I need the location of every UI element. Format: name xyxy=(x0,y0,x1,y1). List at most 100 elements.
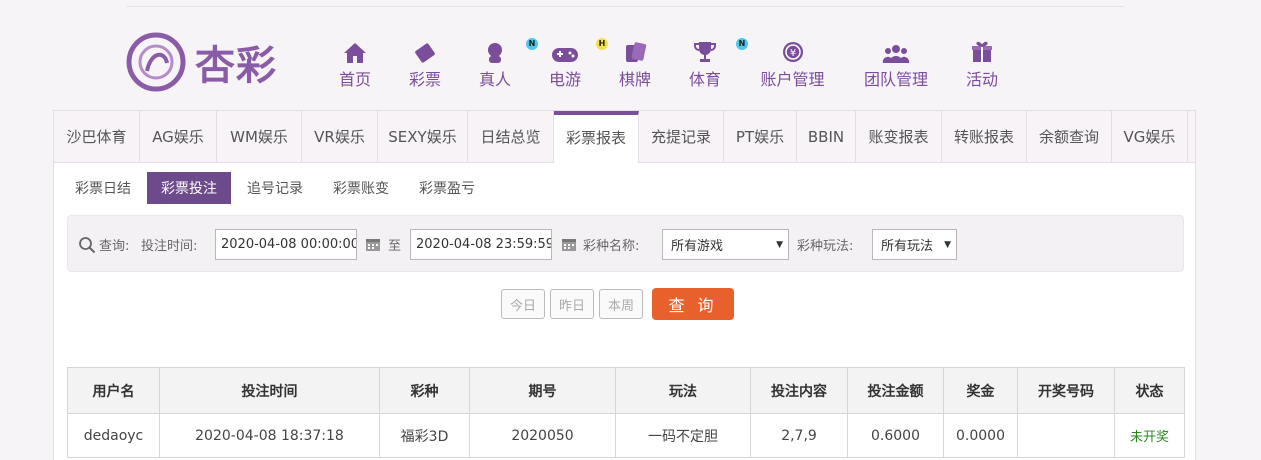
bet-time-label: 投注时间: xyxy=(141,239,198,254)
table-header-row: 用户名 投注时间 彩种 期号 玩法 投注内容 投注金额 奖金 开奖号码 状态 xyxy=(67,367,1185,414)
play-type-label: 彩种玩法: xyxy=(797,239,854,254)
nav-account[interactable]: ¥ 账户管理 xyxy=(740,36,845,90)
nav-label: 体育 xyxy=(688,70,721,89)
game-select[interactable]: 所有游戏 ▼ xyxy=(662,229,789,260)
nav-home[interactable]: 首页 xyxy=(320,36,390,90)
cell-draw-number xyxy=(1017,413,1115,458)
yesterday-button[interactable]: 昨日 xyxy=(550,289,594,319)
logo[interactable]: 杏彩 xyxy=(125,31,277,93)
yen-coin-icon: ¥ xyxy=(782,42,803,62)
nav-lottery[interactable]: 彩票 xyxy=(390,36,460,90)
subtab-lottery-account-change[interactable]: 彩票账变 xyxy=(319,172,403,204)
calendar-icon[interactable] xyxy=(365,236,381,252)
cell-bet-content: 2,7,9 xyxy=(750,413,848,458)
calendar-icon[interactable] xyxy=(561,236,577,252)
column-header: 期号 xyxy=(469,367,616,414)
live-dealer-icon xyxy=(488,43,502,63)
play-select[interactable]: 所有玩法 ▼ xyxy=(872,229,957,260)
search-button[interactable]: 查 询 xyxy=(652,288,734,320)
play-select-value: 所有玩法 xyxy=(881,239,934,254)
query-label-group: 查询: xyxy=(78,235,129,254)
to-label: 至 xyxy=(388,239,402,254)
subtab-chase-records[interactable]: 追号记录 xyxy=(233,172,317,204)
trophy-icon xyxy=(694,42,716,62)
column-header: 投注金额 xyxy=(847,367,944,414)
nav-label: 活动 xyxy=(965,70,998,89)
lottery-ticket-icon xyxy=(415,43,435,63)
nav-live[interactable]: 真人 N xyxy=(460,36,538,90)
cell-username: dedaoyc xyxy=(67,413,160,458)
cell-prize: 0.0000 xyxy=(943,413,1018,458)
column-header: 彩种 xyxy=(379,367,470,414)
nav-label: 真人 xyxy=(478,70,511,89)
quick-date-buttons: 今日 昨日 本周 查 询 xyxy=(501,288,734,320)
team-icon xyxy=(882,45,910,63)
cell-bet-amount: 0.6000 xyxy=(847,413,944,458)
nav-label: 首页 xyxy=(338,70,371,89)
tab-lottery-report[interactable]: 彩票报表 xyxy=(554,111,639,163)
nav-label: 彩票 xyxy=(408,70,441,89)
subtab-lottery-daily[interactable]: 彩票日结 xyxy=(61,172,145,204)
bets-table: 用户名 投注时间 彩种 期号 玩法 投注内容 投注金额 奖金 开奖号码 状态 d… xyxy=(67,367,1185,458)
column-header: 投注内容 xyxy=(750,367,848,414)
tab-bbin[interactable]: BBIN xyxy=(797,111,856,162)
home-icon xyxy=(344,43,366,63)
column-header: 奖金 xyxy=(943,367,1018,414)
tab-saba-sports[interactable]: 沙巴体育 xyxy=(54,111,140,162)
nav-team[interactable]: 团队管理 xyxy=(845,36,947,90)
tab-balance[interactable]: 余额查询 xyxy=(1027,111,1112,162)
subtab-lottery-profit[interactable]: 彩票盈亏 xyxy=(405,172,489,204)
nav-label: 棋牌 xyxy=(618,70,651,89)
cell-status: 未开奖 xyxy=(1114,413,1185,458)
cards-icon xyxy=(626,42,647,62)
sub-tabs: 彩票日结 彩票投注 追号记录 彩票账变 彩票盈亏 xyxy=(61,172,491,204)
nav-label: 团队管理 xyxy=(863,70,928,89)
nav-label: 账户管理 xyxy=(760,70,825,89)
today-button[interactable]: 今日 xyxy=(501,289,545,319)
this-week-button[interactable]: 本周 xyxy=(599,289,643,319)
column-header: 用户名 xyxy=(67,367,160,414)
search-icon xyxy=(79,236,96,253)
nav-activities[interactable]: 活动 xyxy=(947,36,1017,90)
logo-text: 杏彩 xyxy=(195,42,277,89)
subtab-lottery-bets[interactable]: 彩票投注 xyxy=(147,172,231,204)
report-panel: 沙巴体育 AG娱乐 WM娱乐 VR娱乐 SEXY娱乐 日结总览 彩票报表 充提记… xyxy=(53,110,1196,460)
game-name-label: 彩种名称: xyxy=(583,239,640,254)
tab-transfer-report[interactable]: 转账报表 xyxy=(942,111,1027,162)
logo-emblem-icon xyxy=(126,32,186,92)
top-divider xyxy=(126,6,1124,7)
gamepad-icon xyxy=(552,48,578,62)
tab-deposit-withdraw[interactable]: 充提记录 xyxy=(639,111,724,162)
column-header: 状态 xyxy=(1114,367,1185,414)
svg-text:¥: ¥ xyxy=(789,48,795,59)
nav-egames[interactable]: 电游 H xyxy=(530,36,608,90)
tab-daily-overview[interactable]: 日结总览 xyxy=(468,111,554,162)
tab-wm[interactable]: WM娱乐 xyxy=(217,111,302,162)
game-select-value: 所有游戏 xyxy=(671,239,724,254)
end-time-input[interactable]: 2020-04-08 23:59:59 xyxy=(410,229,552,260)
dropdown-arrow-icon: ▼ xyxy=(776,239,783,250)
gift-icon xyxy=(972,41,992,62)
query-bar: 查询: 投注时间: 2020-04-08 00:00:00 至 2020-04-… xyxy=(67,215,1184,272)
cell-bet-time: 2020-04-08 18:37:18 xyxy=(159,413,380,458)
cell-period: 2020050 xyxy=(469,413,616,458)
tab-ag[interactable]: AG娱乐 xyxy=(140,111,217,162)
cell-lottery: 福彩3D xyxy=(379,413,470,458)
nav-sports[interactable]: 体育 N xyxy=(670,36,748,90)
column-header: 开奖号码 xyxy=(1017,367,1115,414)
tab-sexy[interactable]: SEXY娱乐 xyxy=(378,111,468,162)
start-time-input[interactable]: 2020-04-08 00:00:00 xyxy=(215,229,357,260)
main-nav: 首页 彩票 真人 N 电游 H 棋牌 体育 N ¥ 账户管理 团队管理 活动 xyxy=(320,36,1017,90)
cell-play-type: 一码不定胆 xyxy=(615,413,751,458)
nav-label: 电游 xyxy=(548,70,581,89)
report-tabs: 沙巴体育 AG娱乐 WM娱乐 VR娱乐 SEXY娱乐 日结总览 彩票报表 充提记… xyxy=(54,111,1195,163)
column-header: 玩法 xyxy=(615,367,751,414)
tab-account-change[interactable]: 账变报表 xyxy=(856,111,942,162)
tab-pt[interactable]: PT娱乐 xyxy=(724,111,797,162)
dropdown-arrow-icon: ▼ xyxy=(944,239,951,250)
tab-vr[interactable]: VR娱乐 xyxy=(302,111,378,162)
table-row: dedaoyc 2020-04-08 18:37:18 福彩3D 2020050… xyxy=(67,413,1185,458)
nav-chess[interactable]: 棋牌 xyxy=(600,36,670,90)
column-header: 投注时间 xyxy=(159,367,380,414)
tab-vg[interactable]: VG娱乐 xyxy=(1112,111,1188,162)
